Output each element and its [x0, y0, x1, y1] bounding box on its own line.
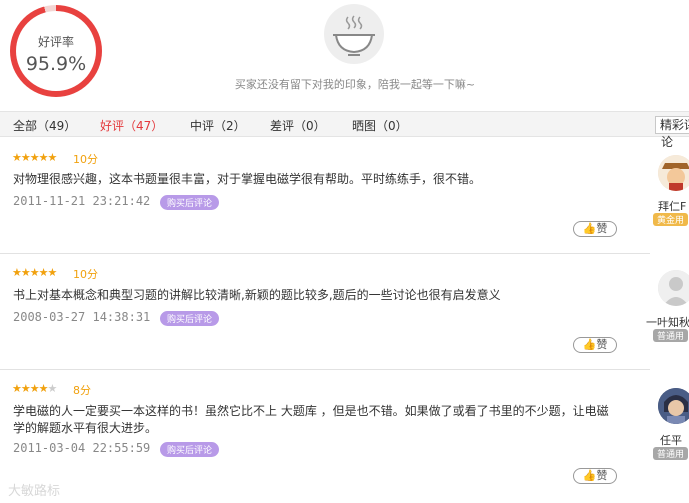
review-filter-tabs: 全部（49） 好评（47） 中评（2） 差评（0） 晒图（0） 精彩评 — [0, 111, 689, 137]
review-divider — [0, 253, 650, 254]
like-label: 赞 — [596, 222, 608, 235]
positive-rate-inner: 好评率 95.9% — [16, 11, 96, 91]
like-label: 赞 — [596, 469, 608, 482]
tab-all[interactable]: 全部（49） — [13, 117, 76, 134]
review-2-tag: 购买后评论 — [160, 311, 220, 326]
review-3-score: 8分 — [73, 384, 91, 397]
star-rating-icon: ★★★★★ — [12, 266, 57, 279]
review-2-user-name[interactable]: 一叶知秋 — [646, 314, 689, 330]
positive-rate-label: 好评率 — [37, 35, 74, 49]
review-1-user-badge: 黄金用 — [653, 213, 689, 226]
review-3-content: 学电磁的人一定要买一本这样的书！虽然它比不上 大题库 ，但是也不错。如果做了或看… — [13, 404, 609, 435]
review-1-like-button[interactable]: 👍赞 — [573, 221, 617, 237]
sort-featured-label-wrap: 论 — [661, 135, 674, 149]
review-3-tag: 购买后评论 — [160, 442, 220, 457]
thumbs-up-icon: 👍 — [582, 338, 597, 351]
soup-bowl-icon — [324, 4, 384, 64]
review-2-like-button[interactable]: 👍赞 — [573, 337, 617, 353]
avatar[interactable] — [658, 155, 689, 191]
review-1-date: 2011-11-21 23:21:42 — [13, 194, 151, 208]
star-rating-icon: ★★★★★ — [12, 151, 57, 164]
review-2-date: 2008-03-27 14:38:31 — [13, 310, 151, 324]
like-label: 赞 — [596, 338, 608, 351]
review-1-score: 10分 — [73, 153, 98, 166]
review-1-content: 对物理很感兴趣，这本书题量很丰富，对于掌握电磁学很有帮助。平时练练手，很不错。 — [13, 172, 482, 186]
review-3-like-button[interactable]: 👍赞 — [573, 468, 617, 484]
review-3-user-name[interactable]: 任平 — [660, 432, 682, 448]
review-3-user-badge: 普通用 — [653, 447, 689, 460]
review-3-date: 2011-03-04 22:55:59 — [13, 441, 151, 455]
tab-negative[interactable]: 差评（0） — [270, 117, 326, 134]
review-divider — [0, 369, 650, 370]
review-1-tag: 购买后评论 — [160, 195, 220, 210]
star-rating-icon: ★★★★ — [12, 382, 48, 395]
review-2-content: 书上对基本概念和典型习题的讲解比较清晰,新颖的题比较多,题后的一些讨论也很有启发… — [13, 288, 501, 302]
positive-rate-value: 95.9% — [25, 53, 87, 75]
star-empty-icon: ★ — [47, 382, 57, 395]
avatar[interactable] — [658, 270, 689, 306]
thumbs-up-icon: 👍 — [582, 222, 597, 235]
avatar[interactable] — [658, 388, 689, 424]
tab-neutral[interactable]: 中评（2） — [190, 117, 246, 134]
tab-positive[interactable]: 好评（47） — [100, 117, 163, 134]
review-3-stars: ★★★★★ — [12, 382, 57, 395]
review-1-user-name[interactable]: 拜仁F — [658, 198, 686, 214]
empty-impression-message: 买家还没有留下对我的印象，陪我一起等一下嘛~ — [234, 78, 476, 91]
sort-featured-button[interactable]: 精彩评 — [655, 116, 689, 134]
tab-photos[interactable]: 晒图（0） — [352, 117, 408, 134]
review-2-stars: ★★★★★ — [12, 266, 57, 279]
positive-rate-ring: 好评率 95.9% — [10, 5, 102, 97]
watermark-logo: 大敏路标 — [8, 484, 61, 499]
review-2-score: 10分 — [73, 268, 98, 281]
review-1-stars: ★★★★★ — [12, 151, 57, 164]
review-2-user-badge: 普通用 — [653, 329, 689, 342]
thumbs-up-icon: 👍 — [582, 469, 597, 482]
